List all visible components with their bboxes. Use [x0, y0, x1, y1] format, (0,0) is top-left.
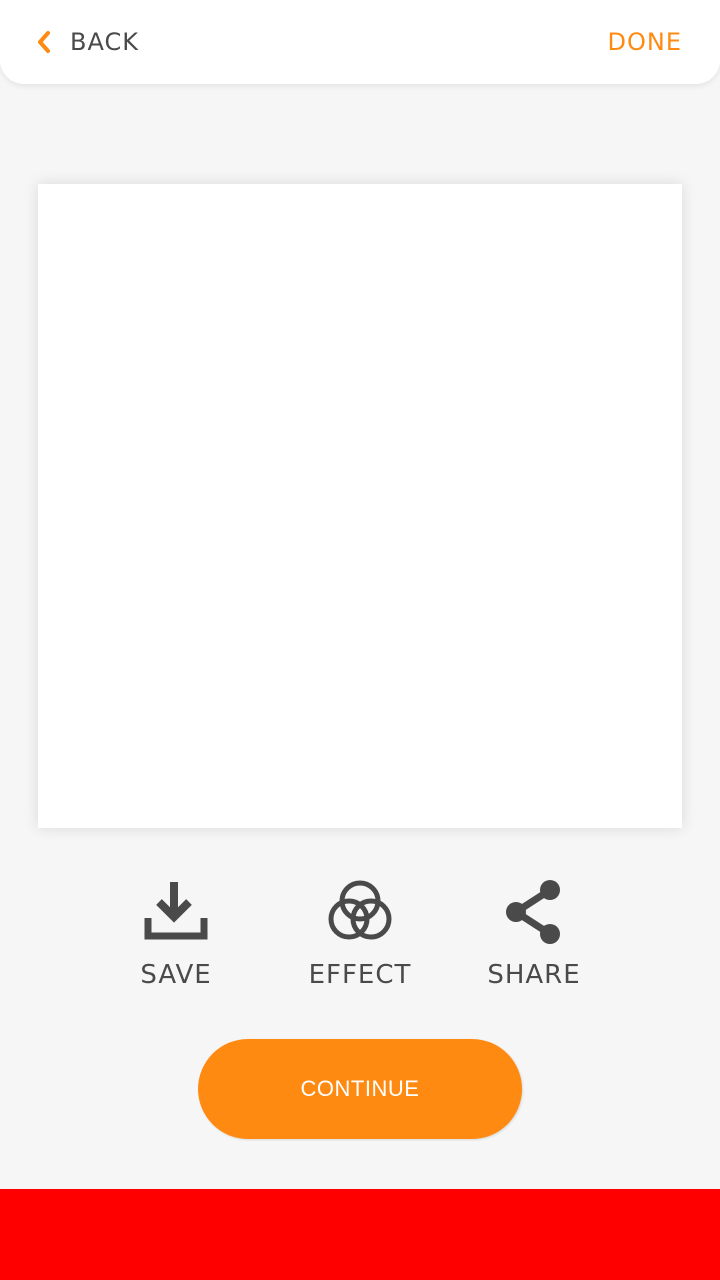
share-button[interactable]: SHARE — [454, 878, 614, 990]
share-icon — [500, 878, 568, 946]
top-bar: BACK DONE — [0, 0, 720, 84]
save-label: SAVE — [140, 960, 212, 990]
done-button[interactable]: DONE — [608, 20, 683, 64]
download-icon — [142, 878, 210, 946]
continue-button[interactable]: CONTINUE — [198, 1039, 522, 1139]
action-bar: SAVE EFFECT SHARE — [0, 878, 720, 1008]
back-label: BACK — [70, 28, 139, 56]
effect-label: EFFECT — [308, 960, 412, 990]
effect-button[interactable]: EFFECT — [280, 878, 440, 990]
save-button[interactable]: SAVE — [96, 878, 256, 990]
editor-screen: BACK DONE SAVE EFFECT SHARE CONTINUE — [0, 0, 720, 1280]
overlapping-circles-icon — [326, 878, 394, 946]
chevron-left-icon — [34, 29, 54, 55]
image-preview — [38, 184, 682, 828]
back-button[interactable]: BACK — [34, 20, 139, 64]
share-label: SHARE — [487, 960, 581, 990]
ad-banner[interactable] — [0, 1189, 720, 1280]
